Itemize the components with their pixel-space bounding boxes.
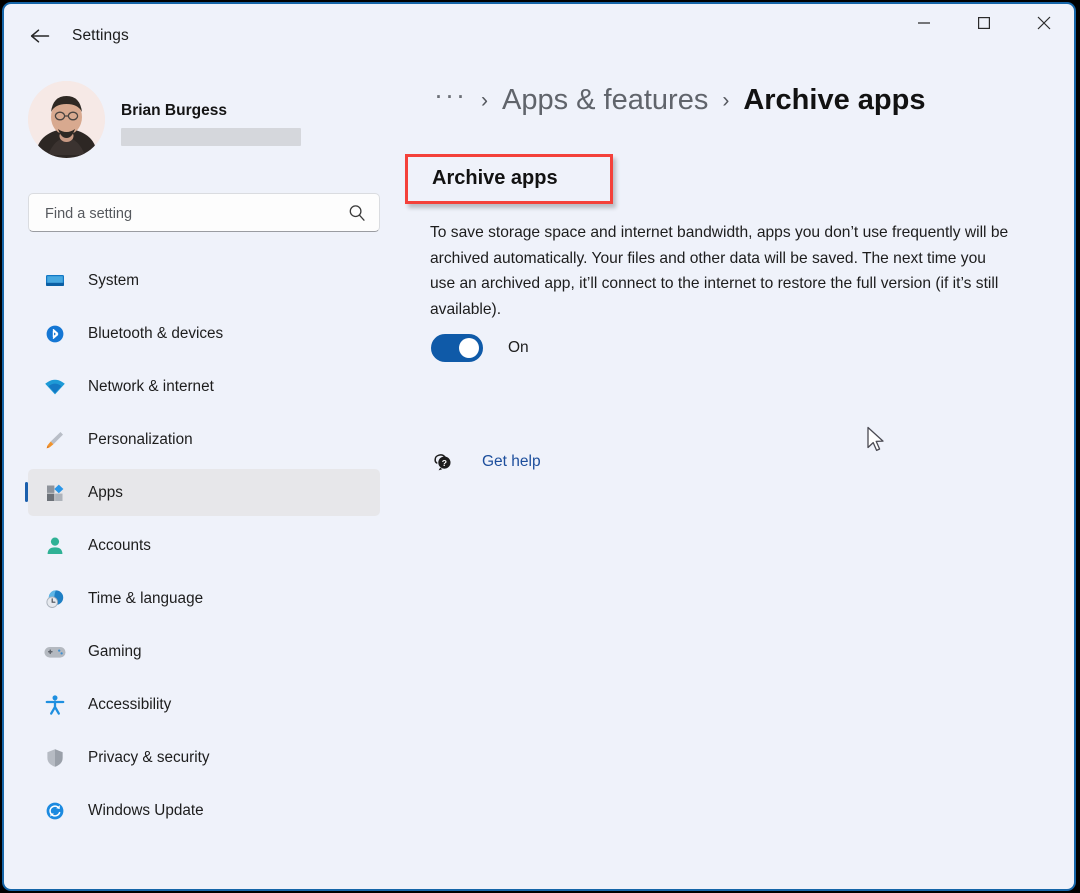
page-description: To save storage space and internet bandw… <box>430 220 1015 322</box>
account-email-redacted <box>121 128 301 146</box>
breadcrumb-parent-link[interactable]: Apps & features <box>502 84 708 117</box>
annotation-box: Archive apps <box>405 154 613 204</box>
person-icon <box>42 533 68 559</box>
update-refresh-icon <box>42 798 68 824</box>
page-title-highlight: Archive apps <box>405 154 613 204</box>
breadcrumb-overflow-button[interactable]: ··· <box>434 82 467 119</box>
paintbrush-icon <box>42 427 68 453</box>
sidebar-item-label: Windows Update <box>88 802 204 820</box>
content-pane: ··· › Apps & features › Archive apps Arc… <box>402 62 1074 889</box>
window-controls <box>894 4 1074 42</box>
sidebar-item-label: Privacy & security <box>88 749 210 767</box>
maximize-icon <box>977 16 991 30</box>
sidebar-item-bluetooth-devices[interactable]: Bluetooth & devices <box>28 310 380 357</box>
get-help-row[interactable]: ? Get help <box>430 449 541 475</box>
minimize-icon <box>917 16 931 30</box>
search-icon[interactable] <box>347 203 367 223</box>
title-bar: Settings <box>4 4 1074 62</box>
page-title: Archive apps <box>432 167 558 190</box>
svg-text:?: ? <box>442 458 447 468</box>
sidebar-nav: System Bluetooth & devices <box>28 257 380 840</box>
sidebar-item-privacy-security[interactable]: Privacy & security <box>28 734 380 781</box>
toggle-state-label: On <box>508 339 529 357</box>
sidebar-item-label: System <box>88 272 139 290</box>
bluetooth-icon <box>42 321 68 347</box>
sidebar-item-network-internet[interactable]: Network & internet <box>28 363 380 410</box>
sidebar-item-accounts[interactable]: Accounts <box>28 522 380 569</box>
sidebar-item-label: Apps <box>88 484 123 502</box>
breadcrumb: ··· › Apps & features › Archive apps <box>434 82 925 119</box>
toggle-knob <box>459 338 479 358</box>
sidebar-item-label: Network & internet <box>88 378 214 396</box>
sidebar-item-label: Bluetooth & devices <box>88 325 223 343</box>
close-icon <box>1036 15 1052 31</box>
sidebar-item-personalization[interactable]: Personalization <box>28 416 380 463</box>
minimize-button[interactable] <box>894 4 954 42</box>
sidebar: Brian Burgess <box>4 62 402 889</box>
back-button[interactable] <box>22 22 58 54</box>
archive-apps-toggle[interactable] <box>431 334 483 362</box>
shield-icon <box>42 745 68 771</box>
settings-window: Settings <box>2 2 1076 891</box>
avatar <box>28 81 105 158</box>
breadcrumb-separator-icon: › <box>722 89 729 113</box>
breadcrumb-current: Archive apps <box>743 84 925 117</box>
apps-icon <box>42 480 68 506</box>
sidebar-item-accessibility[interactable]: Accessibility <box>28 681 380 728</box>
gamepad-icon <box>42 639 68 665</box>
back-arrow-icon <box>29 27 51 50</box>
screenshot-root: Settings <box>0 0 1080 893</box>
search-box[interactable] <box>28 193 380 232</box>
close-button[interactable] <box>1014 4 1074 42</box>
maximize-button[interactable] <box>954 4 1014 42</box>
mouse-pointer-arrow <box>866 426 888 456</box>
wifi-icon <box>42 374 68 400</box>
selection-indicator <box>25 482 28 502</box>
account-block[interactable]: Brian Burgess <box>28 81 358 161</box>
monitor-icon <box>42 268 68 294</box>
sidebar-item-gaming[interactable]: Gaming <box>28 628 380 675</box>
account-name: Brian Burgess <box>121 102 227 120</box>
sidebar-item-apps[interactable]: Apps <box>28 469 380 516</box>
archive-apps-toggle-row: On <box>431 334 529 362</box>
accessibility-icon <box>42 692 68 718</box>
breadcrumb-separator-icon: › <box>481 89 488 113</box>
sidebar-item-system[interactable]: System <box>28 257 380 304</box>
app-title: Settings <box>72 27 129 45</box>
clock-globe-icon <box>42 586 68 612</box>
sidebar-item-label: Time & language <box>88 590 203 608</box>
sidebar-item-label: Accounts <box>88 537 151 555</box>
search-input[interactable] <box>43 194 337 233</box>
sidebar-item-label: Gaming <box>88 643 142 661</box>
help-question-bubble-icon: ? <box>430 449 456 475</box>
get-help-link[interactable]: Get help <box>482 453 541 471</box>
sidebar-item-label: Personalization <box>88 431 193 449</box>
sidebar-item-label: Accessibility <box>88 696 171 714</box>
sidebar-item-windows-update[interactable]: Windows Update <box>28 787 380 834</box>
sidebar-item-time-language[interactable]: Time & language <box>28 575 380 622</box>
